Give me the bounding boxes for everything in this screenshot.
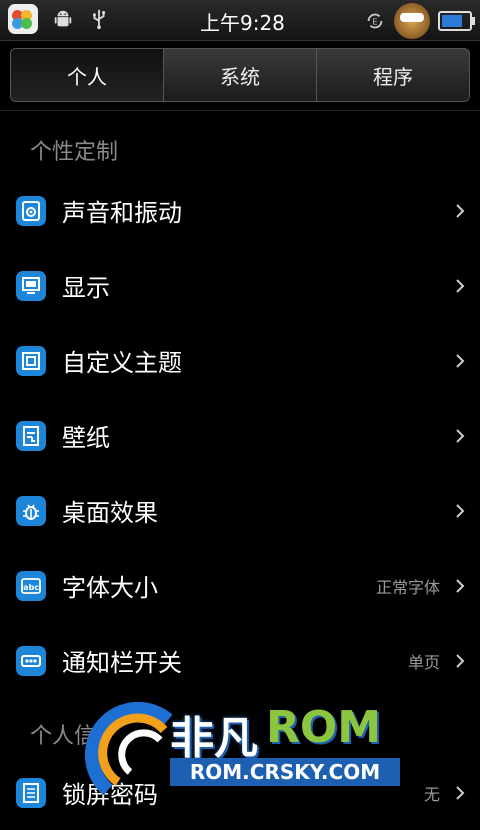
status-time: 上午9:28 — [200, 11, 285, 35]
divider — [0, 110, 480, 111]
bug-icon — [16, 495, 46, 526]
status-bar: 上午9:28 E — [0, 0, 480, 41]
list-item-label: 自定义主题 — [62, 349, 182, 377]
list-item-theme[interactable]: 自定义主题 — [0, 323, 480, 398]
chevron-right-icon — [456, 653, 465, 668]
toggle-icon — [16, 645, 46, 676]
status-left — [8, 4, 110, 34]
tab-system[interactable]: 系统 — [163, 49, 316, 101]
list-item-value: 正常字体 — [375, 577, 440, 597]
theme-icon — [16, 345, 46, 376]
sync-icon: E — [367, 13, 383, 29]
tab-personal[interactable]: 个人 — [11, 49, 163, 101]
lock-icon — [16, 777, 46, 808]
watermark-url: ROM.CRSKY.COM — [170, 758, 400, 786]
list-item-wallpaper[interactable]: 壁纸 — [0, 398, 480, 473]
list-item-label: 通知栏开关 — [62, 649, 182, 677]
list-item-label: 壁纸 — [62, 424, 110, 452]
wallpaper-icon — [16, 420, 46, 451]
list-item-display[interactable]: 显示 — [0, 248, 480, 323]
usb-icon — [93, 9, 106, 30]
watermark-brand-b: ROM — [266, 702, 382, 753]
chevron-right-icon — [456, 203, 465, 218]
list-item-label: 字体大小 — [62, 574, 158, 602]
chevron-right-icon — [456, 785, 465, 800]
svg-text:abc: abc — [23, 583, 39, 592]
tab-bar: 个人 系统 程序 — [10, 48, 470, 102]
list-item-desktop-effects[interactable]: 桌面效果 — [0, 473, 480, 548]
chevron-right-icon — [456, 353, 465, 368]
avatar — [394, 3, 430, 39]
list-item-value: 无 — [423, 784, 440, 804]
chevron-right-icon — [456, 578, 465, 593]
list-item-label: 桌面效果 — [62, 499, 158, 527]
list-item-sound[interactable]: 声音和振动 — [0, 173, 480, 248]
section-header-personalize: 个性定制 — [30, 140, 119, 165]
speaker-icon — [16, 195, 46, 226]
chevron-right-icon — [456, 278, 465, 293]
display-icon — [16, 270, 46, 301]
list-item-value: 单页 — [407, 652, 440, 672]
watermark-logo: 非凡 ROM ROM.CRSKY.COM — [78, 700, 408, 800]
status-right: E — [364, 3, 475, 39]
list-item-label: 显示 — [62, 274, 110, 302]
font-icon: abc — [16, 570, 46, 601]
watermark-brand-a: 非凡 — [170, 713, 258, 764]
svg-text:E: E — [372, 17, 377, 27]
battery-fill — [442, 15, 462, 27]
chevron-right-icon — [456, 503, 465, 518]
list-item-font-size[interactable]: abc 字体大小 正常字体 — [0, 548, 480, 623]
tab-apps[interactable]: 程序 — [316, 49, 469, 101]
chevron-right-icon — [456, 428, 465, 443]
list-item-notification-toggles[interactable]: 通知栏开关 单页 — [0, 623, 480, 698]
list-item-label: 声音和振动 — [62, 199, 182, 227]
android-icon — [54, 10, 72, 27]
battery-icon — [438, 11, 475, 31]
app-store-icon — [8, 4, 38, 34]
